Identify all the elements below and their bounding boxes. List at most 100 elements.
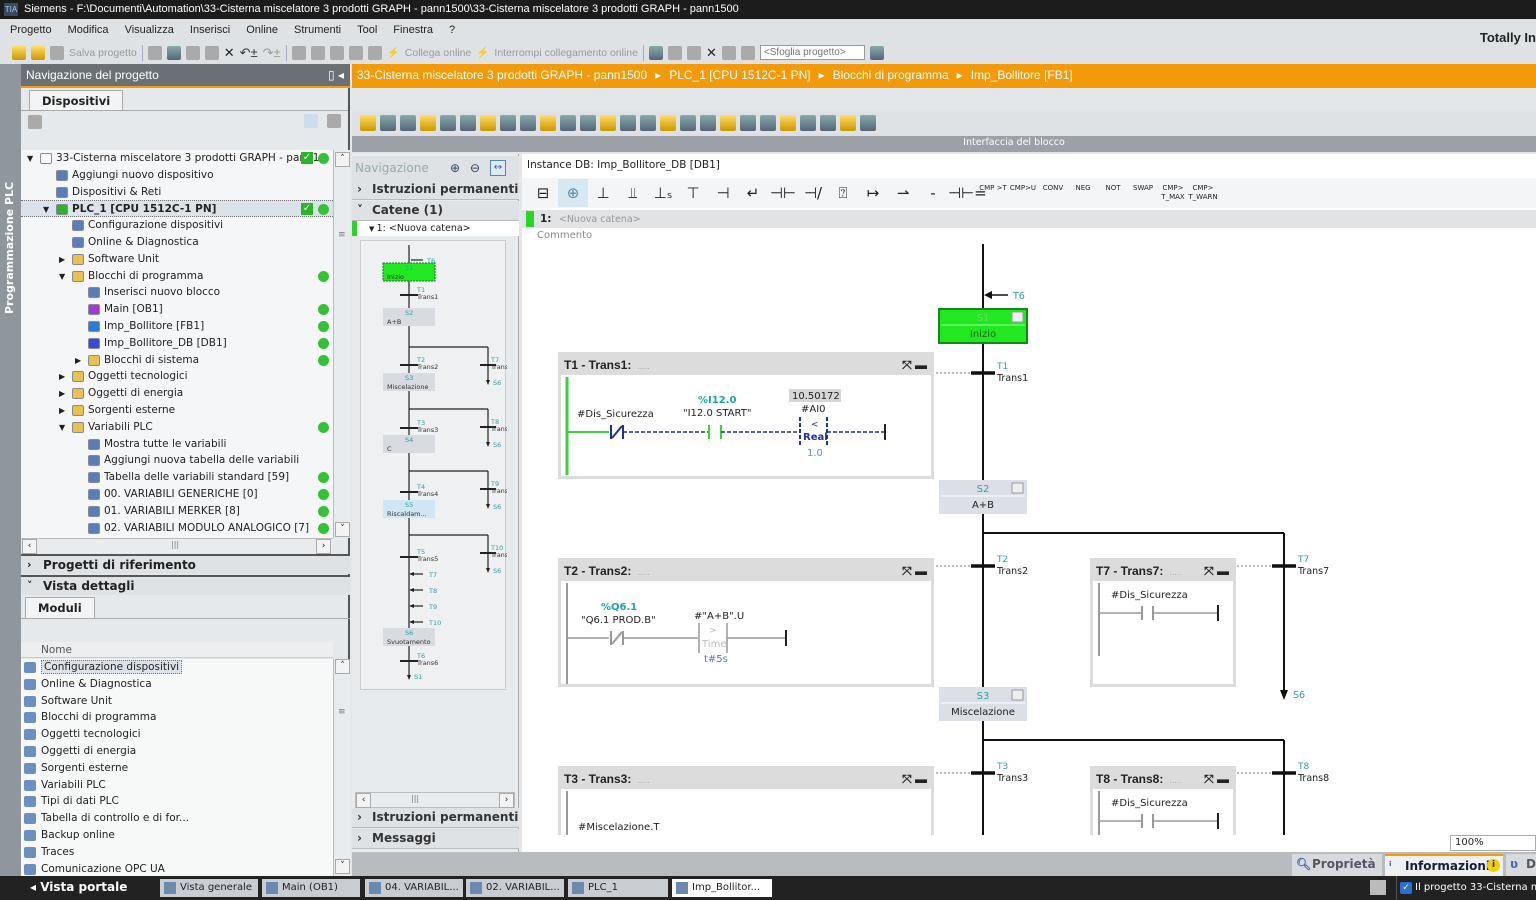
paste-icon[interactable] [204,45,219,60]
step-actions-icon[interactable] [1011,482,1024,494]
undo-icon[interactable]: ↶± [240,45,258,61]
compare-contact-icon[interactable]: ⊣⊢= [948,179,987,207]
scroll-thumb[interactable]: ||| [411,794,419,803]
empty-box-icon[interactable]: ⍰ [828,179,858,207]
delete-row-icon[interactable] [480,115,496,131]
save-project-button[interactable]: Salva progetto [69,47,137,59]
transition-box-t3[interactable]: T3 - Trans3:..... ⤧ ▬ #Miscelazione.T [558,766,934,835]
tab-properties[interactable]: 🔍︎ Proprietà [1292,854,1382,876]
transition-box-t2[interactable]: T2 - Trans2:..... ⤧ ▬ %Q6.1 "Q6.1 PROD.B"… [558,558,934,687]
expand-down-icon[interactable]: ▼ [43,201,53,218]
expand-down-icon[interactable]: ▼ [59,268,69,285]
go-to-error-icon[interactable] [780,115,796,131]
tab-info[interactable]: ⁱ Informazioni i [1385,854,1503,876]
delete-icon[interactable]: ✕ [224,45,235,61]
jump-icon[interactable] [580,115,596,131]
expand-down-icon[interactable]: ▼ [59,419,69,436]
details-column-name[interactable]: Nome [21,642,333,658]
step-view-icon[interactable] [420,115,436,131]
breadcrumb-item[interactable]: Imp_Bollitore [FB1] [971,64,1073,88]
menu-item[interactable]: Inserisci [190,24,230,36]
go-online-button[interactable]: Collega online [405,47,472,59]
details-item[interactable]: Oggetti di energia [21,743,333,760]
insert-network-icon[interactable] [360,115,376,131]
tree-item[interactable]: Tabella delle variabili standard [59] [21,469,333,486]
tree-item[interactable]: Mostra tutte le variabili [21,436,333,453]
tree-item[interactable]: ▶ Blocchi di sistema [21,352,333,369]
tree-item[interactable]: Aggiungi nuovo dispositivo [21,167,333,184]
insert-row-above-icon[interactable] [460,115,476,131]
details-item[interactable]: Tipi di dati PLC [21,793,333,810]
cross-reference-icon[interactable] [649,45,663,60]
alarm-view-icon[interactable] [440,115,456,131]
details-item[interactable]: Software Unit [21,693,333,710]
portal-side-strip[interactable]: Programmazione PLC [0,64,21,876]
expand-right-icon[interactable]: ▶ [59,385,69,402]
rising-edge-icon[interactable]: ⇀ [888,179,918,207]
overview-horizontal-scrollbar[interactable]: ‹ ||| › [355,792,515,808]
instruction-button[interactable]: CMP >T [978,179,1008,207]
status-message[interactable]: ✓ Il progetto 33-Cisterna mis [1396,876,1536,900]
messages-section[interactable]: › Messaggi [352,829,519,849]
scroll-up-button[interactable]: ˄ [335,152,350,167]
branch-close-icon[interactable]: ⊣ [708,179,738,207]
add-branch-icon[interactable] [540,115,556,131]
tree-item[interactable]: Online & Diagnostica [21,234,333,251]
favorites-c-icon[interactable] [740,115,756,131]
tree-view-icon[interactable] [327,114,341,128]
tree-item[interactable]: ▼ Variabili PLC [21,419,333,436]
tree-item[interactable]: ▼ 33-Cisterna miscelatore 3 prodotti GRAP… [21,150,333,167]
instruction-button[interactable]: CMP> T_MAX [1158,179,1188,207]
chain-header[interactable]: 1: <Nuova catena> [522,210,1536,228]
single-step-icon[interactable] [400,115,416,131]
network-view-icon[interactable] [380,115,396,131]
favorites-b-icon[interactable] [720,115,736,131]
tree-item[interactable]: 01. VARIABILI MERKER [8] [21,503,333,520]
reference-projects-section[interactable]: › Progetti di riferimento [21,554,350,574]
tree-item[interactable]: ▼ Blocchi di programma [21,268,333,285]
print-icon[interactable] [147,45,162,60]
scroll-thumb[interactable]: ||| [171,540,179,549]
search-project-input[interactable] [759,45,865,60]
zoom-level-field[interactable]: 100% [1450,835,1536,851]
instruction-button[interactable]: SWAP [1128,179,1158,207]
transition-box-t1[interactable]: T1 - Trans1:..... ⤧ ▬ #Dis_Sicurezza %I12… [558,352,934,479]
delete-step-icon[interactable] [520,115,536,131]
menu-item[interactable]: Modifica [68,24,109,36]
instruction-button[interactable]: NOT [1098,179,1128,207]
menu-item[interactable]: Strumenti [294,24,341,36]
step-actions-icon[interactable] [1011,311,1024,323]
taskbar-tab[interactable]: Vista generale [160,879,258,897]
block-interface-bar[interactable]: Interfaccia del blocco [352,136,1536,152]
expand-right-icon[interactable]: ▶ [75,352,85,369]
upload-icon[interactable] [329,45,344,60]
jump-in-icon[interactable]: ⫫ [618,179,648,207]
menu-item[interactable]: Visualizza [125,24,174,36]
tree-item[interactable]: Imp_Bollitore_DB [DB1] [21,335,333,352]
details-item[interactable]: Tabella di controllo e di for... [21,810,333,827]
monitor-icon[interactable] [820,115,836,131]
favorites-a-icon[interactable] [700,115,716,131]
chain-title[interactable]: <Nuova catena> [559,214,641,225]
details-item[interactable]: Variabili PLC [21,777,333,794]
details-item[interactable]: Oggetti tecnologici [21,726,333,743]
step-transition-icon[interactable]: ⊟ [528,179,558,207]
breadcrumb-item[interactable]: PLC_1 [CPU 1512C-1 PN] [669,64,810,88]
download-icon[interactable] [310,45,325,60]
accessible-devices-icon[interactable] [367,45,382,60]
scroll-right-button[interactable]: › [316,539,331,554]
details-item[interactable]: Sorgenti esterne [21,760,333,777]
menu-item[interactable]: ? [449,24,455,36]
simulation-icon[interactable] [348,45,363,60]
tree-vertical-scrollbar[interactable]: ˄ ≡ ˅ [333,150,350,538]
scroll-down-button[interactable]: ˅ [335,522,350,537]
tree-item[interactable]: Aggiungi nuova tabella delle variabili [21,452,333,469]
remove-branch-icon[interactable] [560,115,576,131]
details-item[interactable]: Blocchi di programma [21,709,333,726]
settings-icon[interactable] [840,115,856,131]
split-horizontal-icon[interactable] [721,45,736,60]
chain-comment[interactable]: Commento [537,230,592,241]
save-icon[interactable] [50,45,64,60]
portal-view-button[interactable]: ◂ Vista portale [30,880,127,894]
expand-right-icon[interactable]: ▶ [59,251,69,268]
